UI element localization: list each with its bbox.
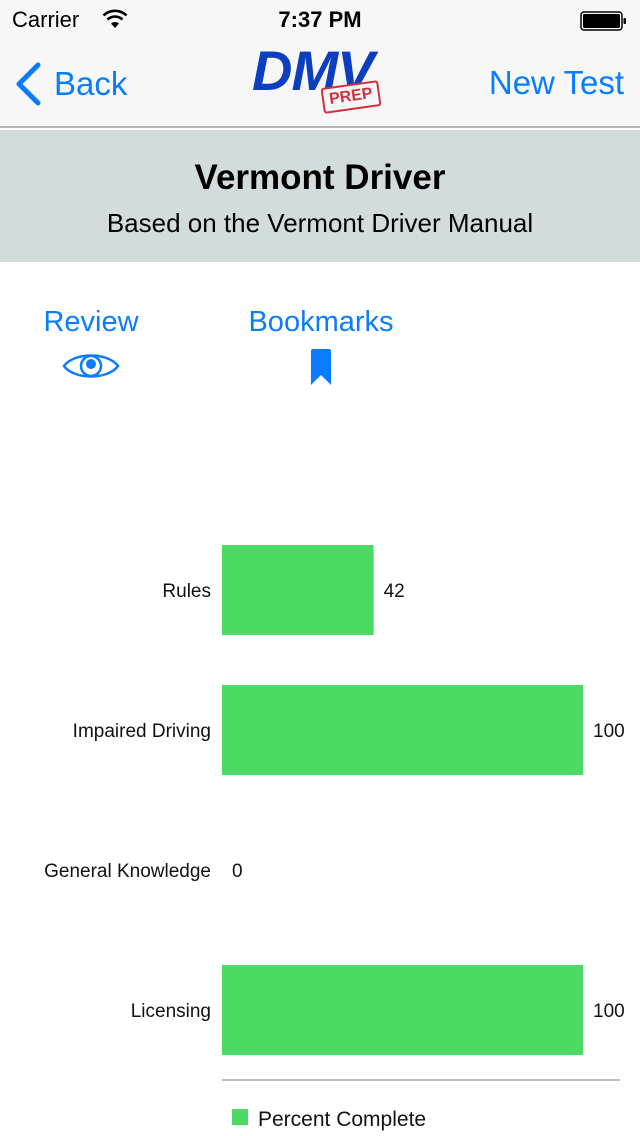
chevron-left-icon bbox=[16, 62, 41, 106]
bar bbox=[222, 545, 374, 635]
category-label: General Knowledge bbox=[44, 861, 211, 882]
category-label: Licensing bbox=[131, 1001, 211, 1022]
category-label: Impaired Driving bbox=[73, 721, 211, 742]
app-logo: DMV PREP bbox=[250, 40, 390, 124]
new-test-button[interactable]: New Test bbox=[489, 64, 624, 102]
back-label: Back bbox=[54, 65, 128, 102]
bar bbox=[222, 685, 583, 775]
review-button[interactable]: Review bbox=[36, 306, 146, 383]
review-label: Review bbox=[43, 306, 139, 338]
value-label: 42 bbox=[384, 581, 405, 602]
page-subtitle: Based on the Vermont Driver Manual bbox=[106, 208, 534, 238]
eye-icon bbox=[62, 354, 120, 378]
category-label: Rules bbox=[162, 581, 211, 602]
status-bar: Carrier 7:37 PM bbox=[0, 0, 640, 40]
value-label: 100 bbox=[593, 721, 625, 742]
bar-chart: Rules 42 Impaired Driving 100 General Knowle… bbox=[44, 545, 625, 1131]
bookmarks-button[interactable]: Bookmarks bbox=[236, 306, 406, 385]
page-title: Vermont Driver bbox=[194, 158, 446, 197]
test-header: Vermont Driver Based on the Vermont Driv… bbox=[0, 130, 640, 262]
back-button[interactable]: Back bbox=[14, 62, 127, 106]
bookmark-icon bbox=[311, 349, 331, 385]
value-label: 100 bbox=[593, 1001, 625, 1022]
legend-swatch bbox=[232, 1109, 248, 1125]
progress-chart: Rules 42 Impaired Driving 100 General Knowle… bbox=[0, 420, 640, 1136]
bar bbox=[222, 965, 583, 1055]
bookmarks-label: Bookmarks bbox=[248, 306, 394, 338]
battery-full-icon bbox=[580, 11, 626, 31]
navigation-bar: Back DMV PREP New Test bbox=[0, 40, 640, 128]
clock: 7:37 PM bbox=[278, 7, 362, 32]
value-label: 0 bbox=[232, 861, 243, 882]
legend-label: Percent Complete bbox=[258, 1108, 426, 1131]
